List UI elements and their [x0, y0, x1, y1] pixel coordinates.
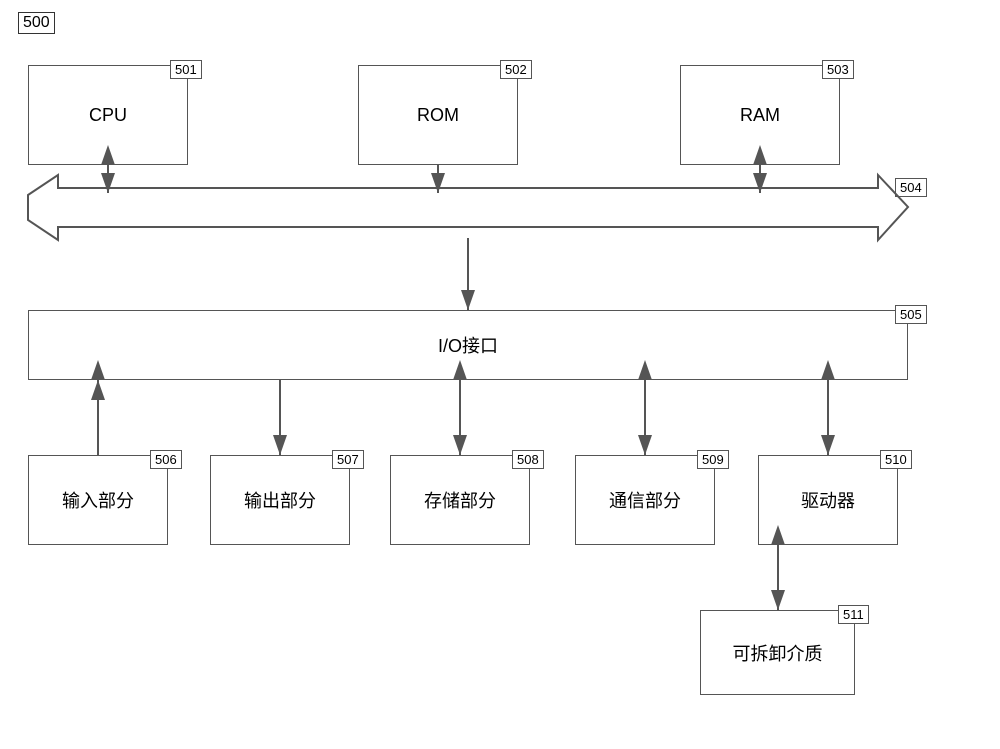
driver-box: 驱动器 — [758, 455, 898, 545]
rom-ref: 502 — [500, 60, 532, 79]
ram-ref: 503 — [822, 60, 854, 79]
output-label: 输出部分 — [244, 487, 316, 513]
rom-label: ROM — [417, 105, 459, 126]
driver-label: 驱动器 — [801, 487, 855, 513]
ram-label: RAM — [740, 105, 780, 126]
comm-ref: 509 — [697, 450, 729, 469]
ram-box: RAM — [680, 65, 840, 165]
storage-label: 存储部分 — [424, 487, 496, 513]
output-box: 输出部分 — [210, 455, 350, 545]
cpu-ref: 501 — [170, 60, 202, 79]
rom-box: ROM — [358, 65, 518, 165]
cpu-label: CPU — [89, 105, 127, 126]
storage-ref: 508 — [512, 450, 544, 469]
media-ref: 511 — [838, 605, 869, 624]
io-label: I/O接口 — [438, 332, 498, 358]
io-ref: 505 — [895, 305, 927, 324]
bus-arrow — [28, 175, 908, 240]
diagram: 500 CPU 501 ROM 502 RAM 503 504 I/O接口 50… — [0, 0, 1000, 749]
storage-box: 存储部分 — [390, 455, 530, 545]
media-label: 可拆卸介质 — [733, 640, 823, 666]
media-box: 可拆卸介质 — [700, 610, 855, 695]
input-box: 输入部分 — [28, 455, 168, 545]
outer-label: 500 — [18, 12, 55, 34]
output-ref: 507 — [332, 450, 364, 469]
cpu-box: CPU — [28, 65, 188, 165]
driver-ref: 510 — [880, 450, 912, 469]
io-box: I/O接口 — [28, 310, 908, 380]
comm-label: 通信部分 — [609, 487, 681, 513]
input-ref: 506 — [150, 450, 182, 469]
comm-box: 通信部分 — [575, 455, 715, 545]
input-label: 输入部分 — [62, 487, 134, 513]
bus-ref: 504 — [895, 178, 927, 197]
